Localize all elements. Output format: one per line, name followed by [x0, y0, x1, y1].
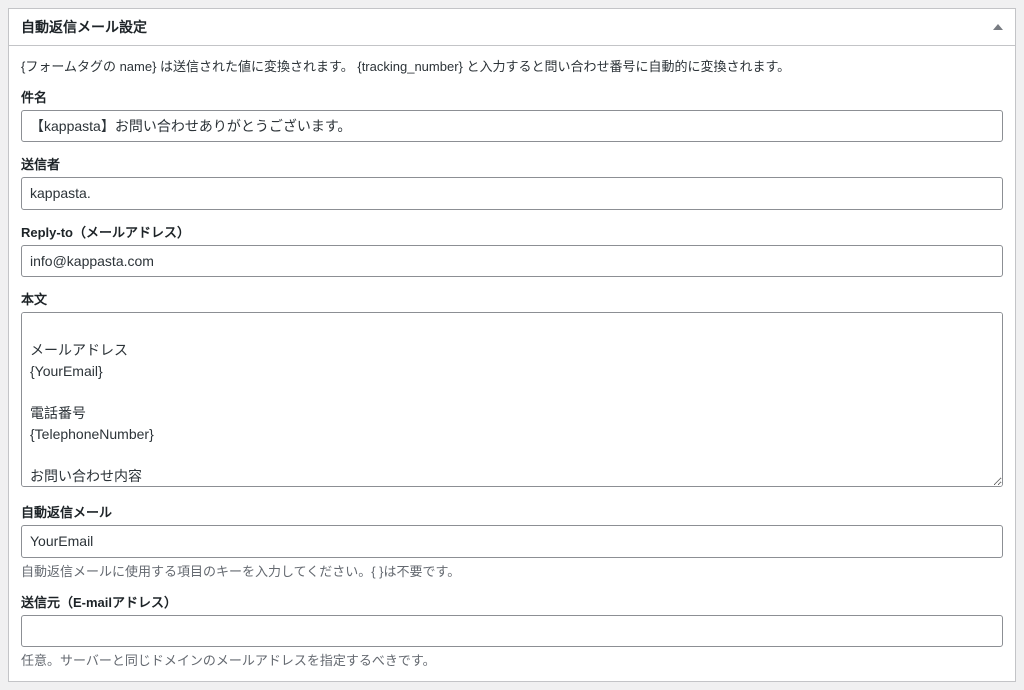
- auto-reply-mail-input[interactable]: [21, 525, 1003, 557]
- auto-reply-mail-field: 自動返信メール 自動返信メールに使用する項目のキーを入力してください。{ }は不…: [21, 502, 1003, 579]
- panel-header[interactable]: 自動返信メール設定: [9, 9, 1015, 46]
- panel-description: {フォームタグの name} は送信された値に変換されます。 {tracking…: [21, 56, 1003, 75]
- body-textarea[interactable]: [21, 312, 1003, 487]
- auto-reply-mail-help: 自動返信メールに使用する項目のキーを入力してください。{ }は不要です。: [21, 561, 1003, 580]
- sender-label: 送信者: [21, 154, 1003, 173]
- reply-to-label: Reply-to（メールアドレス）: [21, 222, 1003, 241]
- auto-reply-settings-panel: 自動返信メール設定 {フォームタグの name} は送信された値に変換されます。…: [8, 8, 1016, 682]
- panel-body: {フォームタグの name} は送信された値に変換されます。 {tracking…: [9, 46, 1015, 681]
- sender-field: 送信者: [21, 154, 1003, 209]
- subject-label: 件名: [21, 87, 1003, 106]
- collapse-icon: [993, 24, 1003, 30]
- panel-title: 自動返信メール設定: [21, 17, 147, 37]
- auto-reply-mail-label: 自動返信メール: [21, 502, 1003, 521]
- body-field: 本文: [21, 289, 1003, 490]
- reply-to-field: Reply-to（メールアドレス）: [21, 222, 1003, 277]
- reply-to-input[interactable]: [21, 245, 1003, 277]
- sender-input[interactable]: [21, 177, 1003, 209]
- subject-input[interactable]: [21, 110, 1003, 142]
- from-email-field: 送信元（E-mailアドレス） 任意。サーバーと同じドメインのメールアドレスを指…: [21, 592, 1003, 669]
- subject-field: 件名: [21, 87, 1003, 142]
- body-label: 本文: [21, 289, 1003, 308]
- from-email-label: 送信元（E-mailアドレス）: [21, 592, 1003, 611]
- from-email-input[interactable]: [21, 615, 1003, 647]
- from-email-help: 任意。サーバーと同じドメインのメールアドレスを指定するべきです。: [21, 650, 1003, 669]
